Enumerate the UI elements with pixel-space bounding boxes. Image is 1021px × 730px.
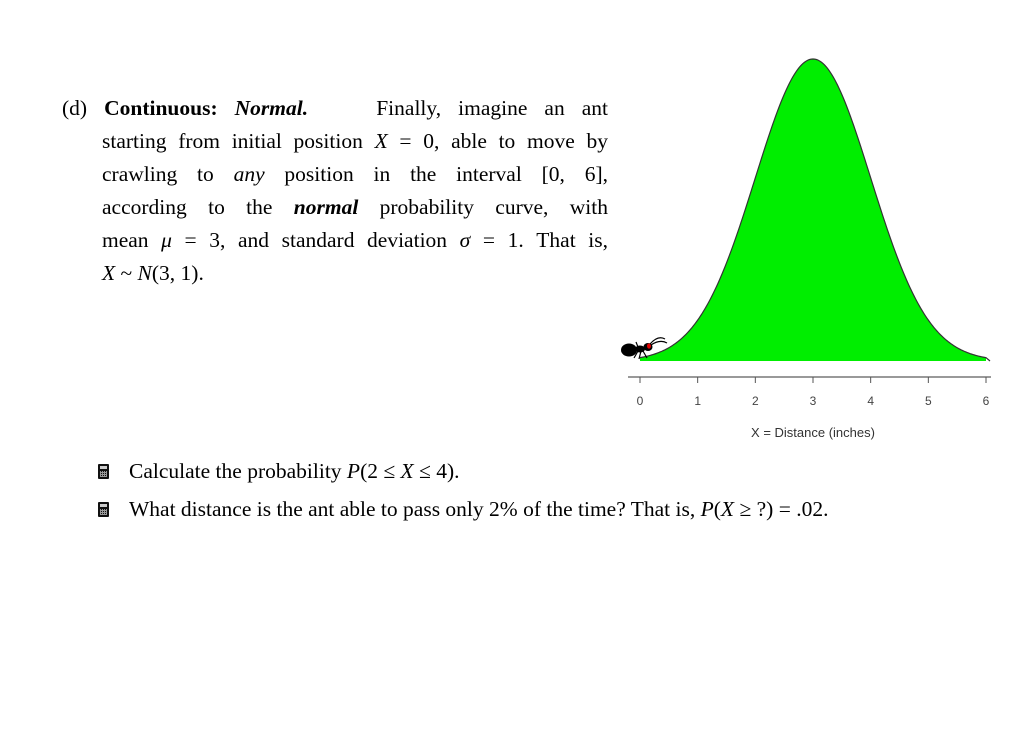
text-run: normal xyxy=(293,195,359,219)
text-run: probability curve, with xyxy=(358,195,608,219)
text-run: X xyxy=(374,129,388,153)
calculator-icon xyxy=(98,463,109,479)
text-run: = 1. That is, xyxy=(470,228,608,252)
text-run: σ xyxy=(459,228,471,252)
text-run: What distance is the ant able to pass on… xyxy=(129,497,701,521)
task-item: What distance is the ant able to pass on… xyxy=(98,490,828,528)
x-tick-label: 5 xyxy=(925,394,932,408)
text-run: X xyxy=(720,497,735,521)
problem-line: crawling to any position in the interval… xyxy=(102,158,608,191)
task-list: Calculate the probability P(2 ≤ X ≤ 4). W… xyxy=(98,452,828,528)
heading-bold: Continuous: xyxy=(104,96,235,120)
x-axis-ticks: 0 1 2 3 4 5 6 xyxy=(637,377,990,408)
text-run: according to the xyxy=(102,195,294,219)
x-tick-label: 6 xyxy=(983,394,990,408)
text-run: any xyxy=(233,162,265,186)
problem-line: X ~ N(3, 1). xyxy=(102,257,608,290)
ant-antennae xyxy=(649,337,668,346)
text-run: Calculate the probability xyxy=(129,459,347,483)
task-text: What distance is the ant able to pass on… xyxy=(129,490,828,528)
problem-text: (d) Continuous: Normal. Finally, imagine… xyxy=(62,92,608,290)
text-run: X xyxy=(102,261,116,285)
x-tick-label: 4 xyxy=(867,394,874,408)
task-text: Calculate the probability P(2 ≤ X ≤ 4). xyxy=(129,452,460,490)
text-run: Finally, imagine an ant xyxy=(376,96,609,120)
x-axis-title: X = Distance (inches) xyxy=(751,425,875,440)
text-run: mean xyxy=(102,228,162,252)
x-tick-label: 2 xyxy=(752,394,759,408)
text-run: (2 ≤ xyxy=(360,459,401,483)
x-tick-label: 3 xyxy=(810,394,817,408)
problem-label: (d) xyxy=(62,96,105,120)
chart-svg: 0 1 2 3 4 5 6 X = Distance (inches) xyxy=(621,58,991,440)
text-run: N xyxy=(137,261,152,285)
text-run: = 0, able to move by xyxy=(387,129,608,153)
problem-line: according to the normal probability curv… xyxy=(102,191,608,224)
text-run: ≤ 4). xyxy=(413,459,460,483)
x-tick-label: 0 xyxy=(637,394,644,408)
x-tick-label: 1 xyxy=(694,394,701,408)
text-run: ( xyxy=(713,497,721,521)
task-item: Calculate the probability P(2 ≤ X ≤ 4). xyxy=(98,452,828,490)
ant-abdomen xyxy=(621,343,637,357)
normal-curve-chart: 0 1 2 3 4 5 6 X = Distance (inches) xyxy=(610,40,1010,450)
problem-line: (d) Continuous: Normal. Finally, imagine… xyxy=(62,92,608,125)
text-run: position in the interval [0, 6], xyxy=(264,162,608,186)
heading-bold-italic: Normal. xyxy=(234,96,309,120)
problem-line: mean μ = 3, and standard deviation σ = 1… xyxy=(102,224,608,257)
text-run: P xyxy=(700,497,714,521)
text-run: P xyxy=(346,459,361,483)
curve-area xyxy=(640,59,986,361)
text-run: (3, 1). xyxy=(151,261,204,285)
text-run: ≥ ?) = .02. xyxy=(734,497,829,521)
calculator-icon xyxy=(98,501,109,517)
text-run: starting from initial position xyxy=(102,129,375,153)
text-run: = 3, and standard deviation xyxy=(171,228,460,252)
text-run: X xyxy=(400,459,414,483)
text-run: ~ xyxy=(115,261,138,285)
text-run: μ xyxy=(161,228,172,252)
text-run: crawling to xyxy=(102,162,234,186)
problem-line: starting from initial position X = 0, ab… xyxy=(102,125,608,158)
